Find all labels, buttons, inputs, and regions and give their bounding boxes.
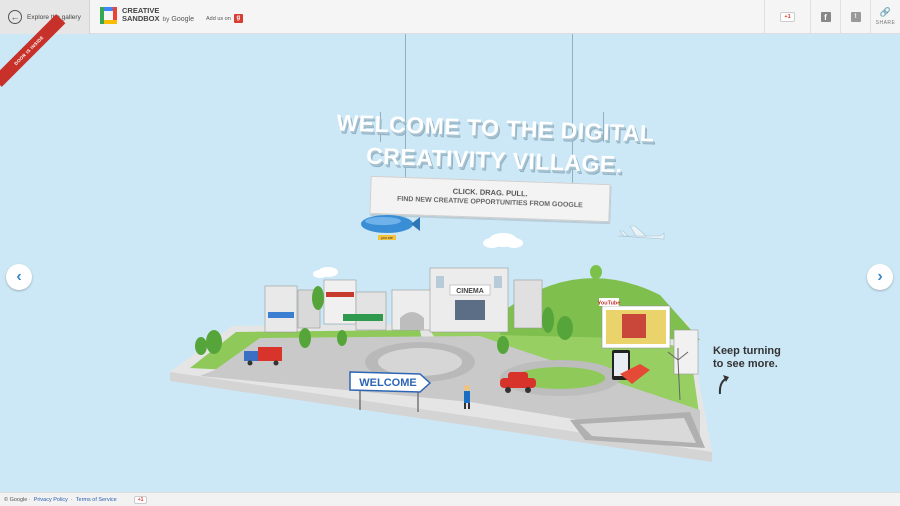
footer-gplus-button[interactable]: +1 (133, 495, 148, 504)
village-illustration[interactable]: you are CINEMA YouTube WELCOME (0, 34, 900, 492)
footer-separator: · (70, 496, 73, 503)
logo-line2: SANDBOX (122, 14, 160, 23)
link-icon: 🔗 (879, 7, 892, 17)
gplus-one-button[interactable]: +1 (764, 0, 810, 34)
logo-by: by (162, 16, 170, 23)
chevron-left-icon: ‹ (16, 268, 22, 285)
keep-turning-hint: Keep turning to see more. (713, 345, 781, 371)
share-zone: +1 f t 🔗 SHARE (764, 0, 900, 34)
gplus-one-label: +1 (780, 12, 795, 22)
footer: © Google · Privacy Policy · Terms of Ser… (0, 492, 900, 506)
facebook-icon: f (820, 12, 831, 22)
cloud (483, 233, 523, 248)
hint-line2: to see more. (713, 358, 778, 370)
next-button[interactable]: › (867, 264, 893, 290)
cinema-building[interactable]: CINEMA (429, 267, 543, 333)
welcome-sign-text: WELCOME (359, 377, 416, 389)
share-link-button[interactable]: 🔗 SHARE (870, 0, 900, 34)
youtube-sign: YouTube (598, 301, 621, 307)
privacy-policy-link[interactable]: Privacy Policy (34, 497, 68, 503)
back-arrow-icon: ← (8, 10, 22, 24)
curved-arrow-icon (718, 375, 729, 395)
cloud (313, 267, 338, 278)
cinema-sign: CINEMA (456, 288, 484, 295)
airplane-icon[interactable] (617, 225, 665, 240)
logo-google: Google (171, 16, 194, 23)
share-label: SHARE (875, 20, 896, 26)
sandbox-logo-icon (100, 7, 117, 24)
add-us-on-gplus[interactable]: Add us on g (206, 14, 243, 23)
blimp[interactable]: you are (361, 215, 420, 240)
previous-button[interactable]: ‹ (6, 264, 32, 290)
terms-of-service-link[interactable]: Terms of Service (76, 497, 117, 503)
top-bar: ← Explore the gallery CREATIVE SANDBOX b… (0, 0, 900, 34)
google-plus-icon: g (233, 14, 243, 23)
hint-line1: Keep turning (713, 345, 781, 357)
copyright: © Google · (4, 496, 31, 503)
twitter-icon: t (850, 12, 861, 22)
twitter-share-button[interactable]: t (840, 0, 870, 34)
blimp-label: you are (381, 236, 393, 240)
chevron-right-icon: › (877, 268, 883, 285)
creative-sandbox-logo[interactable]: CREATIVE SANDBOX by Google (100, 7, 194, 24)
shops-row[interactable] (264, 279, 433, 333)
add-us-label: Add us on (206, 15, 231, 22)
facebook-share-button[interactable]: f (810, 0, 840, 34)
